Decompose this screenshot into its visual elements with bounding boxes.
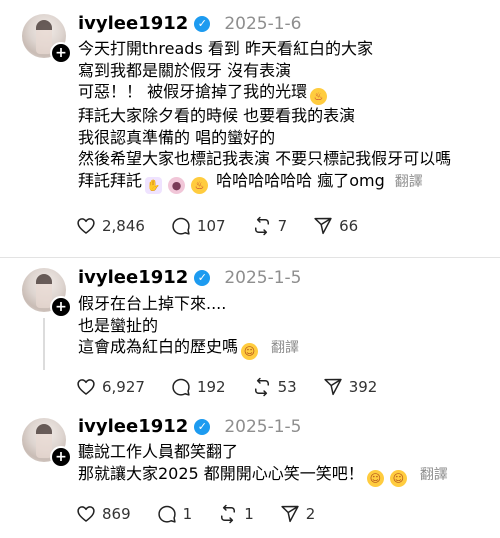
like-count: 2,846 [102,217,145,235]
hot-face-emoji-icon: ♨ [191,176,209,194]
heart-icon [77,379,95,395]
share-icon [281,505,299,523]
share-icon [314,217,332,235]
follow-plus-icon[interactable]: + [50,296,72,318]
share-count: 392 [348,378,378,396]
username[interactable]: ivylee1912 [78,416,188,437]
comment-count: 107 [196,217,226,235]
repost-button[interactable]: 1 [218,504,254,524]
grinning-face-emoji-icon: ☺ [366,469,384,487]
translate-link[interactable]: 翻譯 [271,340,299,356]
comment-count: 1 [182,505,193,523]
post-line: 可惡！！ 被假牙搶掉了我的光環 ♨ [78,81,451,105]
repost-count: 7 [277,217,288,235]
post-line-text: 哈哈哈哈哈哈 瘋了omg [216,170,385,190]
post-line-text: 拜託拜託 [78,170,143,190]
repost-icon [221,504,236,524]
share-count: 2 [305,505,316,523]
post-divider [0,257,500,258]
repost-icon [254,216,269,236]
post-line: 我很認真準備的 唱的蠻好的 [78,127,276,147]
heart-icon [77,218,95,234]
post-line-text: 這會成為紅白的歷史嗎 [78,337,239,356]
comment-count: 192 [196,378,226,396]
post-line: 拜託大家除夕看的時候 也要看我的表演 [78,106,356,125]
post-line: 寫到我都是關於假牙 沒有表演 [78,60,292,80]
post-text: 今天打開threads 看到 昨天看紅白的大家 寫到我都是關於假牙 沒有表演 可… [78,38,451,194]
post-header: ivylee1912 ✓ 2025-1-5 [78,416,302,437]
comment-button[interactable]: 192 [171,377,226,397]
avatar[interactable]: + [22,418,72,468]
post-line: 也是蠻扯的 [78,315,159,335]
bear-emoji-icon: ● [168,176,186,194]
avatar[interactable]: + [22,268,72,318]
post-line-text: 那就讓大家2025 都開開心心笑一笑吧！ [78,463,364,483]
avatar[interactable]: + [22,14,72,64]
hot-face-emoji-icon: ♨ [310,88,328,105]
verified-badge-icon: ✓ [194,418,211,435]
action-bar: 6,927 192 53 392 [76,377,403,397]
follow-plus-icon[interactable]: + [50,42,72,64]
post-line: 今天打開threads 看到 昨天看紅白的大家 [78,39,373,58]
post-line-text: 可惡！！ 被假牙搶掉了我的光環 [78,82,308,101]
action-bar: 2,846 107 7 66 [76,216,384,236]
share-count: 66 [339,217,359,235]
repost-count: 1 [244,505,254,523]
verified-badge-icon: ✓ [194,269,211,286]
post-line: 那就讓大家2025 都開開心心笑一笑吧！ ☺ ☺ 翻譯 [78,463,448,487]
translate-link[interactable]: 翻譯 [395,174,423,190]
post-date: 2025-1-5 [224,267,302,288]
share-button[interactable]: 392 [323,377,378,397]
repost-button[interactable]: 53 [252,377,297,397]
like-button[interactable]: 6,927 [76,377,145,397]
comment-icon [172,378,190,396]
translate-link[interactable]: 翻譯 [420,467,448,483]
grinning-face-emoji-icon: ☺ [389,469,407,487]
post-date: 2025-1-5 [224,416,302,437]
like-count: 6,927 [102,378,145,396]
smiling-face-emoji-icon: ☺ [241,343,259,360]
like-button[interactable]: 869 [76,504,131,524]
post-line: 聽說工作人員都笑翻了 [78,442,239,461]
repost-button[interactable]: 7 [252,216,288,236]
comment-icon [157,505,176,523]
post-text: 假牙在台上掉下來.... 也是蠻扯的 這會成為紅白的歷史嗎 ☺ 翻譯 [78,293,299,360]
comment-button[interactable]: 1 [157,504,193,524]
post-line: 假牙在台上掉下來.... [78,294,227,313]
post-line: 然後希望大家也標記我表演 不要只標記我假牙可以嗎 [78,149,452,168]
repost-count: 53 [277,378,297,396]
like-count: 869 [102,505,131,523]
thread-connector-line [43,318,45,370]
like-button[interactable]: 2,846 [76,216,145,236]
repost-icon [254,377,269,397]
post-header: ivylee1912 ✓ 2025-1-6 [78,13,302,34]
post-line: 拜託拜託 ✋ ● ♨ 哈哈哈哈哈哈 瘋了omg 翻譯 [78,170,451,194]
post-date: 2025-1-6 [224,13,302,34]
post-header: ivylee1912 ✓ 2025-1-5 [78,267,302,288]
post-line: 這會成為紅白的歷史嗎 ☺ 翻譯 [78,336,299,360]
share-icon [324,378,342,396]
username[interactable]: ivylee1912 [78,267,188,288]
comment-icon [172,217,190,235]
praying-hands-emoji-icon: ✋ [145,176,163,194]
username[interactable]: ivylee1912 [78,13,188,34]
verified-badge-icon: ✓ [194,15,211,32]
share-button[interactable]: 2 [280,504,316,524]
share-button[interactable]: 66 [313,216,358,236]
heart-icon [77,506,95,522]
post-text: 聽說工作人員都笑翻了 那就讓大家2025 都開開心心笑一笑吧！ ☺ ☺ 翻譯 [78,441,448,487]
comment-button[interactable]: 107 [171,216,226,236]
action-bar: 869 1 1 2 [76,504,341,524]
follow-plus-icon[interactable]: + [50,446,72,468]
